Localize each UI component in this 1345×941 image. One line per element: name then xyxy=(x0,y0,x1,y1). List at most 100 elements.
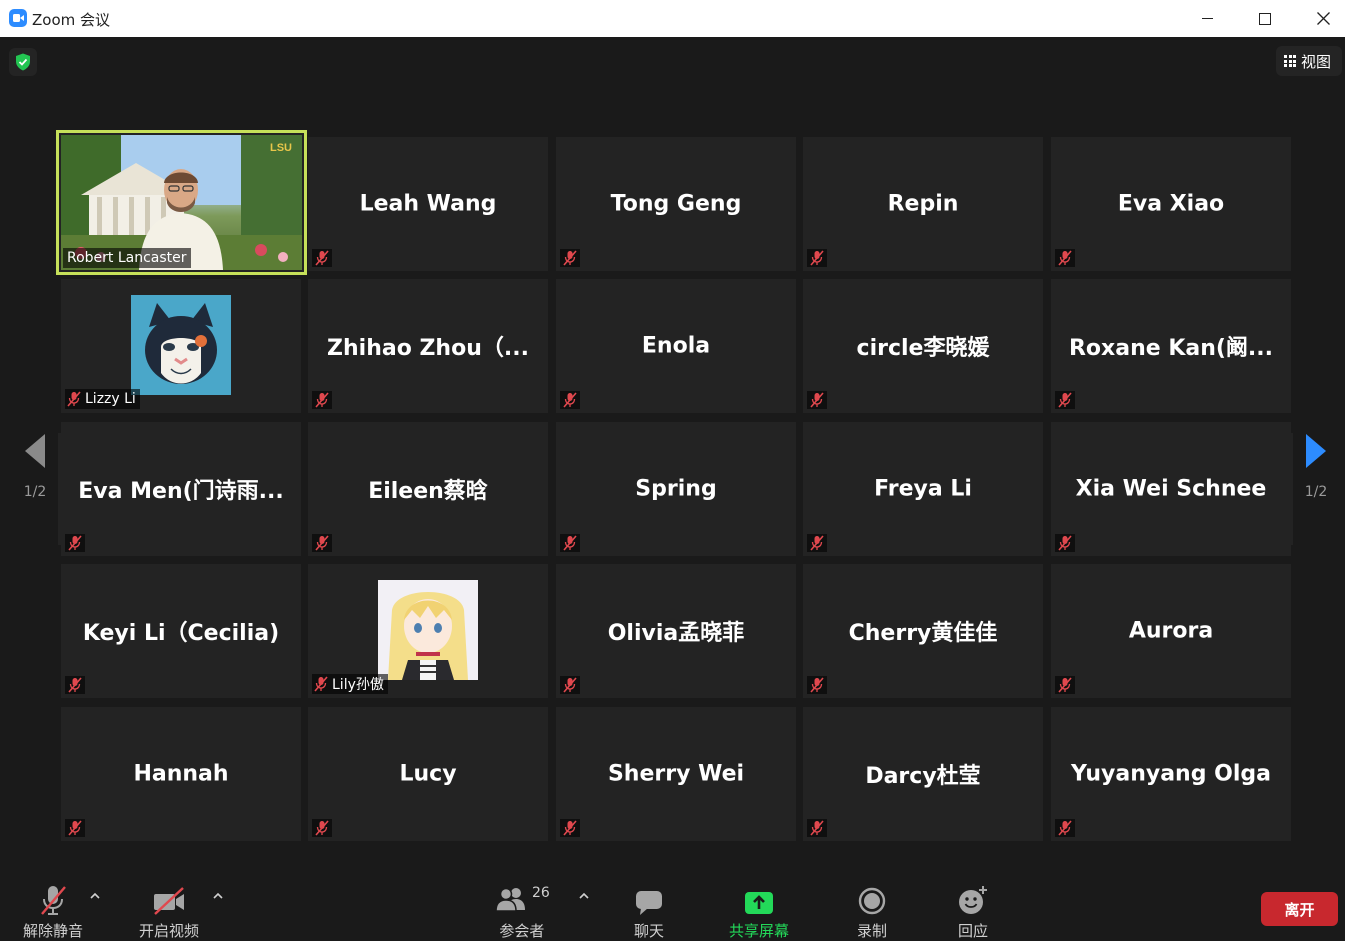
participant-name: Hannah xyxy=(133,761,229,787)
participant-name: Yuyanyang Olga xyxy=(1071,761,1271,787)
microphone-muted-icon xyxy=(563,820,577,836)
zoom-logo-icon xyxy=(9,9,27,27)
muted-indicator xyxy=(1055,391,1075,409)
unmute-button[interactable]: 解除静音 xyxy=(23,882,83,941)
participants-label: 参会者 xyxy=(499,922,545,940)
record-button[interactable]: 录制 xyxy=(857,882,887,941)
participant-name: Cherry黄佳佳 xyxy=(848,621,998,646)
participants-options-caret[interactable] xyxy=(579,888,589,902)
microphone-muted-icon xyxy=(1058,250,1072,266)
participant-name: Lucy xyxy=(399,761,457,787)
minimize-icon xyxy=(1201,18,1213,19)
participant-tile[interactable]: Lizzy Li xyxy=(61,279,301,413)
reactions-button[interactable]: 回应 xyxy=(957,882,989,941)
grid-view-icon xyxy=(1284,55,1296,67)
prev-page-button[interactable]: 1/2 xyxy=(15,432,55,552)
microphone-muted-icon xyxy=(1058,535,1072,551)
participant-tile[interactable]: Eva Xiao xyxy=(1051,137,1291,271)
participant-name: Olivia孟晓菲 xyxy=(607,621,745,646)
maximize-icon xyxy=(1259,12,1271,25)
muted-indicator xyxy=(1055,819,1075,837)
avatar xyxy=(378,580,478,680)
microphone-muted-icon xyxy=(315,392,329,408)
participant-tile[interactable]: Zhihao Zhou（... xyxy=(308,279,548,413)
participant-name: Sherry Wei xyxy=(607,761,745,787)
participant-name: Spring xyxy=(635,476,717,502)
record-icon xyxy=(858,887,886,915)
reactions-label: 回应 xyxy=(957,922,988,940)
meeting-toolbar: 解除静音 开启视频 26 参会者 聊天 共享屏幕 录制 回应 离开 xyxy=(0,872,1345,940)
participant-tile[interactable]: Freya Li xyxy=(803,422,1043,556)
participant-tile[interactable]: LSU Robert Lancaster xyxy=(56,130,307,275)
microphone-muted-icon xyxy=(1058,392,1072,408)
muted-indicator xyxy=(807,391,827,409)
camera-off-icon xyxy=(154,887,184,915)
share-screen-icon xyxy=(745,892,773,914)
participant-tile[interactable]: Roxane Kan(阚... xyxy=(1051,279,1291,413)
participant-name-label: Robert Lancaster xyxy=(63,248,191,268)
participant-tile[interactable]: Xia Wei Schnee xyxy=(1051,422,1291,556)
microphone-muted-icon xyxy=(315,535,329,551)
participant-tile[interactable]: Olivia孟晓菲 xyxy=(556,564,796,698)
minimize-button[interactable] xyxy=(1178,0,1236,37)
share-screen-label: 共享屏幕 xyxy=(729,922,790,940)
muted-indicator xyxy=(560,249,580,267)
participant-tile[interactable]: Darcy杜莹 xyxy=(803,707,1043,841)
leave-button[interactable]: 离开 xyxy=(1261,892,1338,926)
muted-indicator xyxy=(1055,676,1075,694)
participant-tile[interactable]: Keyi Li（Cecilia) xyxy=(61,564,301,698)
participant-tile[interactable]: Tong Geng xyxy=(556,137,796,271)
participant-name: Repin xyxy=(887,191,959,217)
muted-indicator xyxy=(560,676,580,694)
participant-tile[interactable]: Lucy xyxy=(308,707,548,841)
microphone-muted-icon xyxy=(563,535,577,551)
view-button[interactable]: 视图 xyxy=(1276,46,1342,76)
participant-tile[interactable]: circle李晓媛 xyxy=(803,279,1043,413)
audio-options-caret[interactable] xyxy=(90,888,100,902)
chevron-up-icon xyxy=(213,892,223,899)
participant-tile[interactable]: Eva Men(门诗雨... xyxy=(61,422,301,556)
video-options-caret[interactable] xyxy=(213,888,223,902)
participant-tile[interactable]: Cherry黄佳佳 xyxy=(803,564,1043,698)
share-screen-button[interactable]: 共享屏幕 xyxy=(729,882,789,941)
security-button[interactable] xyxy=(9,48,37,76)
participants-icon xyxy=(495,887,525,912)
participant-tile[interactable]: Lily孙傲 xyxy=(308,564,548,698)
title-bar: Zoom 会议 xyxy=(0,0,1345,37)
participant-tile[interactable]: Yuyanyang Olga xyxy=(1051,707,1291,841)
next-page-button[interactable]: 1/2 xyxy=(1296,432,1336,552)
participant-tile[interactable]: Repin xyxy=(803,137,1043,271)
microphone-muted-icon xyxy=(810,392,824,408)
muted-indicator xyxy=(560,534,580,552)
close-button[interactable] xyxy=(1294,0,1345,37)
avatar xyxy=(131,295,231,395)
participant-name: Darcy杜莹 xyxy=(865,764,981,789)
microphone-muted-icon xyxy=(810,677,824,693)
participant-tile[interactable]: Eileen蔡晗 xyxy=(308,422,548,556)
participant-tile[interactable]: Spring xyxy=(556,422,796,556)
participant-tile[interactable]: Sherry Wei xyxy=(556,707,796,841)
muted-indicator xyxy=(807,676,827,694)
microphone-muted-icon xyxy=(1058,820,1072,836)
participant-tile[interactable]: Aurora xyxy=(1051,564,1291,698)
participant-tile[interactable]: Leah Wang xyxy=(308,137,548,271)
chat-label: 聊天 xyxy=(634,922,665,940)
window-title: Zoom 会议 xyxy=(32,11,111,29)
muted-indicator xyxy=(65,534,85,552)
participant-name: circle李晓媛 xyxy=(856,336,990,361)
microphone-muted-icon xyxy=(68,535,82,551)
participants-button[interactable]: 26 参会者 xyxy=(494,882,550,941)
muted-indicator xyxy=(65,819,85,837)
participants-count: 26 xyxy=(532,885,550,901)
microphone-muted-icon xyxy=(810,820,824,836)
maximize-button[interactable] xyxy=(1236,0,1294,37)
participant-tile[interactable]: Hannah xyxy=(61,707,301,841)
chat-button[interactable]: 聊天 xyxy=(634,882,664,941)
start-video-button[interactable]: 开启视频 xyxy=(139,882,199,941)
participant-name: Freya Li xyxy=(874,476,972,502)
microphone-muted-icon xyxy=(810,250,824,266)
record-label: 录制 xyxy=(857,922,888,940)
participant-tile[interactable]: Enola xyxy=(556,279,796,413)
microphone-muted-icon xyxy=(314,676,328,692)
participant-name: Xia Wei Schnee xyxy=(1075,476,1267,502)
